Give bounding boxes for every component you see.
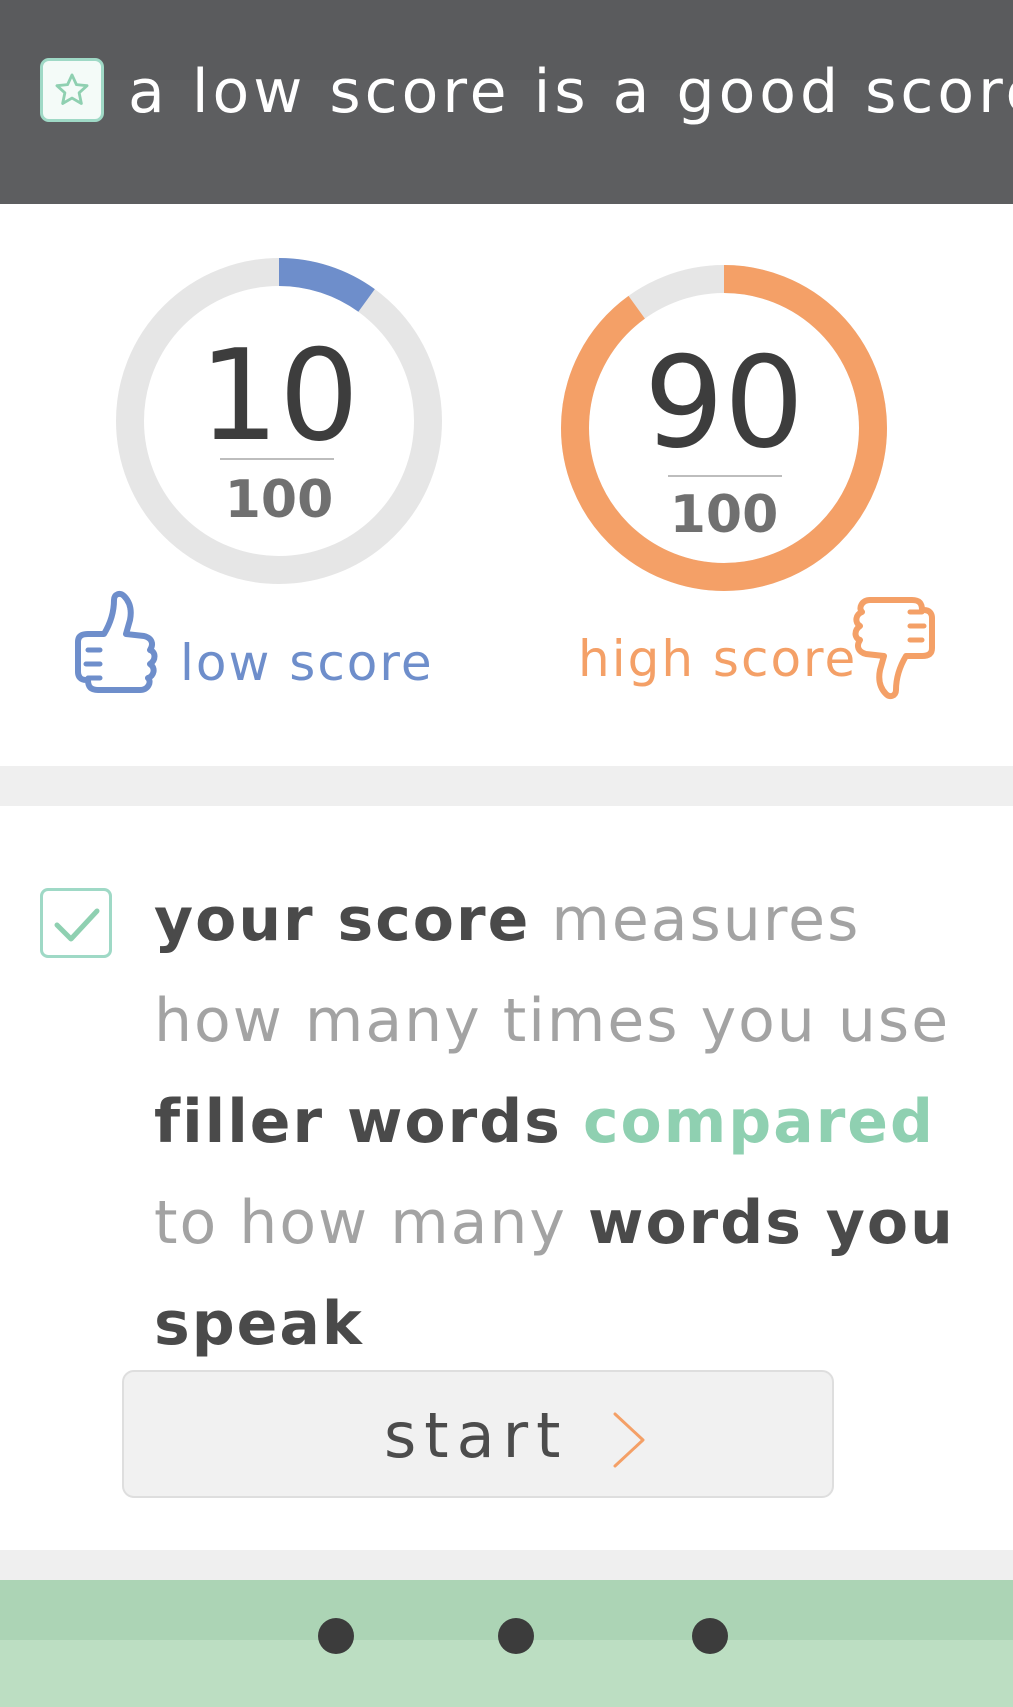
description-segment: filler words: [154, 1087, 562, 1157]
description-segment: your score: [154, 885, 531, 955]
high-score-value: 90: [643, 329, 805, 476]
star-icon: [40, 58, 104, 122]
high-score-total: 100: [669, 485, 779, 545]
chevron-right-icon: [613, 1412, 645, 1468]
description-segment: [562, 1087, 583, 1157]
score-description: your score measures how many times you u…: [154, 870, 974, 1375]
checkbox-checked-icon: [40, 888, 112, 958]
thumbs-down-icon: [852, 597, 935, 700]
low-score-divider: [220, 458, 334, 460]
start-button-label: start: [384, 1399, 569, 1472]
page-dot-1[interactable]: [318, 1618, 354, 1654]
description-segment: to how many: [154, 1188, 589, 1258]
description-segment: compared: [582, 1087, 935, 1157]
low-score-label: low score: [180, 634, 434, 692]
high-score-label: high score: [578, 630, 858, 688]
section-divider: [0, 766, 1013, 806]
low-score-total: 100: [224, 470, 334, 530]
start-button[interactable]: start: [122, 1370, 834, 1498]
page-dot-2[interactable]: [498, 1618, 534, 1654]
high-score-divider: [668, 475, 782, 477]
page-dot-3[interactable]: [692, 1618, 728, 1654]
low-score-value: 10: [198, 322, 360, 469]
header-bar: a low score is a good score: [0, 0, 1013, 204]
bottom-gap: [0, 1550, 1013, 1580]
page-title: a low score is a good score: [128, 57, 1013, 127]
thumbs-up-icon: [75, 590, 158, 693]
